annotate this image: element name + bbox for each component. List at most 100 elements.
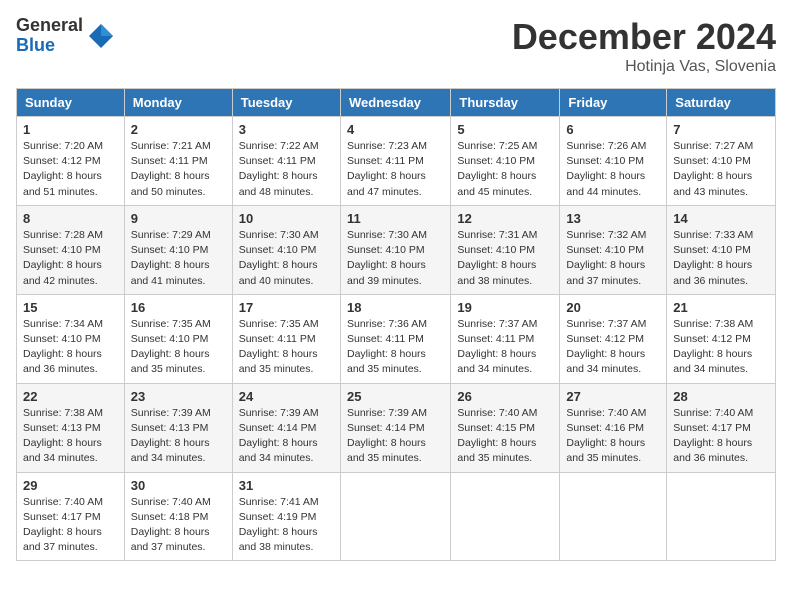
header-tuesday: Tuesday	[232, 89, 340, 117]
day-number: 28	[673, 389, 769, 404]
day-number: 30	[131, 478, 226, 493]
calendar-cell	[560, 472, 667, 561]
day-number: 11	[347, 211, 444, 226]
calendar-week-row: 15Sunrise: 7:34 AMSunset: 4:10 PMDayligh…	[17, 294, 776, 383]
day-number: 10	[239, 211, 334, 226]
day-info: Sunrise: 7:40 AMSunset: 4:17 PMDaylight:…	[23, 495, 118, 556]
day-number: 13	[566, 211, 660, 226]
day-number: 9	[131, 211, 226, 226]
day-info: Sunrise: 7:33 AMSunset: 4:10 PMDaylight:…	[673, 228, 769, 289]
header-wednesday: Wednesday	[340, 89, 450, 117]
header-monday: Monday	[124, 89, 232, 117]
calendar-header-row: Sunday Monday Tuesday Wednesday Thursday…	[17, 89, 776, 117]
calendar-cell: 5 Sunrise: 7:25 AMSunset: 4:10 PMDaylight…	[451, 117, 560, 206]
header-sunday: Sunday	[17, 89, 125, 117]
calendar-week-row: 29 Sunrise: 7:40 AMSunset: 4:17 PMDayligh…	[17, 472, 776, 561]
calendar-cell: 6 Sunrise: 7:26 AMSunset: 4:10 PMDaylight…	[560, 117, 667, 206]
header-thursday: Thursday	[451, 89, 560, 117]
day-info: Sunrise: 7:37 AMSunset: 4:11 PMDaylight:…	[457, 317, 553, 378]
calendar-cell: 14 Sunrise: 7:33 AMSunset: 4:10 PMDayligh…	[667, 205, 776, 294]
calendar-cell: 28 Sunrise: 7:40 AMSunset: 4:17 PMDayligh…	[667, 383, 776, 472]
day-info: Sunrise: 7:38 AMSunset: 4:12 PMDaylight:…	[673, 317, 769, 378]
day-info: Sunrise: 7:29 AMSunset: 4:10 PMDaylight:…	[131, 228, 226, 289]
day-number: 20	[566, 300, 660, 315]
day-info: Sunrise: 7:38 AMSunset: 4:13 PMDaylight:…	[23, 406, 118, 467]
calendar-cell: 12Sunrise: 7:31 AMSunset: 4:10 PMDayligh…	[451, 205, 560, 294]
calendar-cell: 1 Sunrise: 7:20 AMSunset: 4:12 PMDaylight…	[17, 117, 125, 206]
day-number: 26	[457, 389, 553, 404]
calendar-cell: 29 Sunrise: 7:40 AMSunset: 4:17 PMDayligh…	[17, 472, 125, 561]
calendar-cell: 24 Sunrise: 7:39 AMSunset: 4:14 PMDayligh…	[232, 383, 340, 472]
day-number: 2	[131, 122, 226, 137]
location: Hotinja Vas, Slovenia	[512, 58, 776, 76]
calendar-cell: 22Sunrise: 7:38 AMSunset: 4:13 PMDayligh…	[17, 383, 125, 472]
day-number: 31	[239, 478, 334, 493]
day-number: 19	[457, 300, 553, 315]
calendar-cell: 31 Sunrise: 7:41 AMSunset: 4:19 PMDayligh…	[232, 472, 340, 561]
calendar-cell: 21 Sunrise: 7:38 AMSunset: 4:12 PMDayligh…	[667, 294, 776, 383]
logo-general: General	[16, 16, 83, 36]
calendar-cell: 27Sunrise: 7:40 AMSunset: 4:16 PMDayligh…	[560, 383, 667, 472]
day-info: Sunrise: 7:41 AMSunset: 4:19 PMDaylight:…	[239, 495, 334, 556]
day-info: Sunrise: 7:28 AMSunset: 4:10 PMDaylight:…	[23, 228, 118, 289]
header-friday: Friday	[560, 89, 667, 117]
day-number: 14	[673, 211, 769, 226]
calendar-cell: 3 Sunrise: 7:22 AMSunset: 4:11 PMDaylight…	[232, 117, 340, 206]
day-number: 21	[673, 300, 769, 315]
day-info: Sunrise: 7:39 AMSunset: 4:14 PMDaylight:…	[347, 406, 444, 467]
calendar-cell: 13Sunrise: 7:32 AMSunset: 4:10 PMDayligh…	[560, 205, 667, 294]
day-info: Sunrise: 7:23 AMSunset: 4:11 PMDaylight:…	[347, 139, 444, 200]
page-header: General Blue December 2024 Hotinja Vas, …	[16, 16, 776, 76]
logo: General Blue	[16, 16, 115, 56]
calendar-cell	[667, 472, 776, 561]
day-info: Sunrise: 7:30 AMSunset: 4:10 PMDaylight:…	[239, 228, 334, 289]
calendar-week-row: 8 Sunrise: 7:28 AMSunset: 4:10 PMDaylight…	[17, 205, 776, 294]
day-info: Sunrise: 7:34 AMSunset: 4:10 PMDaylight:…	[23, 317, 118, 378]
header-saturday: Saturday	[667, 89, 776, 117]
day-number: 23	[131, 389, 226, 404]
calendar-week-row: 22Sunrise: 7:38 AMSunset: 4:13 PMDayligh…	[17, 383, 776, 472]
title-section: December 2024 Hotinja Vas, Slovenia	[512, 16, 776, 76]
day-number: 6	[566, 122, 660, 137]
day-number: 3	[239, 122, 334, 137]
day-info: Sunrise: 7:40 AMSunset: 4:17 PMDaylight:…	[673, 406, 769, 467]
day-number: 29	[23, 478, 118, 493]
calendar-cell	[451, 472, 560, 561]
calendar-cell: 23Sunrise: 7:39 AMSunset: 4:13 PMDayligh…	[124, 383, 232, 472]
day-number: 24	[239, 389, 334, 404]
logo-icon	[87, 22, 115, 50]
day-info: Sunrise: 7:25 AMSunset: 4:10 PMDaylight:…	[457, 139, 553, 200]
calendar-cell: 4 Sunrise: 7:23 AMSunset: 4:11 PMDaylight…	[340, 117, 450, 206]
calendar-week-row: 1 Sunrise: 7:20 AMSunset: 4:12 PMDaylight…	[17, 117, 776, 206]
day-info: Sunrise: 7:39 AMSunset: 4:14 PMDaylight:…	[239, 406, 334, 467]
calendar-cell: 30Sunrise: 7:40 AMSunset: 4:18 PMDayligh…	[124, 472, 232, 561]
day-number: 25	[347, 389, 444, 404]
day-number: 5	[457, 122, 553, 137]
day-info: Sunrise: 7:40 AMSunset: 4:15 PMDaylight:…	[457, 406, 553, 467]
day-number: 18	[347, 300, 444, 315]
calendar-cell: 26 Sunrise: 7:40 AMSunset: 4:15 PMDayligh…	[451, 383, 560, 472]
calendar-cell: 16Sunrise: 7:35 AMSunset: 4:10 PMDayligh…	[124, 294, 232, 383]
day-number: 7	[673, 122, 769, 137]
day-info: Sunrise: 7:36 AMSunset: 4:11 PMDaylight:…	[347, 317, 444, 378]
calendar-cell: 2 Sunrise: 7:21 AMSunset: 4:11 PMDaylight…	[124, 117, 232, 206]
day-info: Sunrise: 7:21 AMSunset: 4:11 PMDaylight:…	[131, 139, 226, 200]
day-info: Sunrise: 7:26 AMSunset: 4:10 PMDaylight:…	[566, 139, 660, 200]
day-info: Sunrise: 7:22 AMSunset: 4:11 PMDaylight:…	[239, 139, 334, 200]
day-number: 1	[23, 122, 118, 137]
calendar-cell: 15Sunrise: 7:34 AMSunset: 4:10 PMDayligh…	[17, 294, 125, 383]
day-info: Sunrise: 7:35 AMSunset: 4:10 PMDaylight:…	[131, 317, 226, 378]
day-info: Sunrise: 7:37 AMSunset: 4:12 PMDaylight:…	[566, 317, 660, 378]
calendar-cell: 11Sunrise: 7:30 AMSunset: 4:10 PMDayligh…	[340, 205, 450, 294]
calendar-cell: 7Sunrise: 7:27 AMSunset: 4:10 PMDaylight…	[667, 117, 776, 206]
calendar-cell: 25 Sunrise: 7:39 AMSunset: 4:14 PMDayligh…	[340, 383, 450, 472]
calendar-cell	[340, 472, 450, 561]
day-info: Sunrise: 7:35 AMSunset: 4:11 PMDaylight:…	[239, 317, 334, 378]
day-number: 8	[23, 211, 118, 226]
calendar-cell: 18 Sunrise: 7:36 AMSunset: 4:11 PMDayligh…	[340, 294, 450, 383]
day-number: 4	[347, 122, 444, 137]
month-title: December 2024	[512, 16, 776, 58]
calendar-cell: 10 Sunrise: 7:30 AMSunset: 4:10 PMDayligh…	[232, 205, 340, 294]
day-info: Sunrise: 7:20 AMSunset: 4:12 PMDaylight:…	[23, 139, 118, 200]
day-info: Sunrise: 7:40 AMSunset: 4:16 PMDaylight:…	[566, 406, 660, 467]
